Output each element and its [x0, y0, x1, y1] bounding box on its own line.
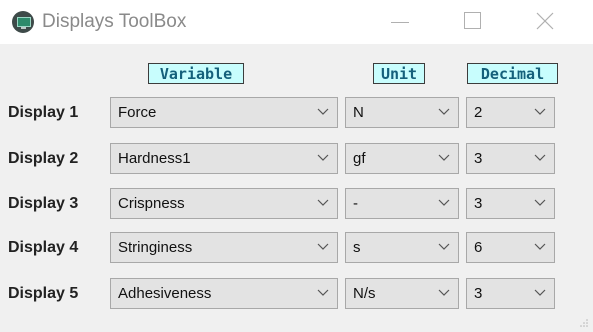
window-title: Displays ToolBox [42, 11, 187, 32]
close-icon [536, 12, 554, 30]
selected-value: gf [353, 150, 366, 167]
selected-value: Crispness [118, 195, 185, 212]
chevron-down-icon [438, 199, 450, 206]
display-3-decimal-select[interactable]: 3 [466, 188, 555, 219]
minimize-button[interactable] [377, 0, 423, 44]
display-1-label: Display 1 [8, 104, 79, 121]
selected-value: N/s [353, 285, 376, 302]
display-4-unit-select[interactable]: s [345, 232, 459, 263]
selected-value: - [353, 195, 358, 212]
chevron-down-icon [534, 154, 546, 161]
chevron-down-icon [438, 243, 450, 250]
display-1-decimal-select[interactable]: 2 [466, 97, 555, 128]
display-1-variable-select[interactable]: Force [110, 97, 338, 128]
display-2-decimal-select[interactable]: 3 [466, 143, 555, 174]
selected-value: Force [118, 104, 157, 121]
chevron-down-icon [438, 154, 450, 161]
display-3-unit-select[interactable]: - [345, 188, 459, 219]
unit-header: Unit [373, 63, 425, 84]
selected-value: 6 [474, 239, 483, 256]
display-4-variable-select[interactable]: Stringiness [110, 232, 338, 263]
chevron-down-icon [317, 154, 329, 161]
chevron-down-icon [534, 243, 546, 250]
decimal-header: Decimal [467, 63, 558, 84]
selected-value: 3 [474, 195, 483, 212]
display-2-unit-select[interactable]: gf [345, 143, 459, 174]
display-5-variable-select[interactable]: Adhesiveness [110, 278, 338, 309]
selected-value: Adhesiveness [118, 285, 212, 302]
selected-value: Hardness1 [118, 150, 191, 167]
selected-value: Stringiness [118, 239, 193, 256]
chevron-down-icon [317, 289, 329, 296]
display-4-decimal-select[interactable]: 6 [466, 232, 555, 263]
display-5-unit-select[interactable]: N/s [345, 278, 459, 309]
minimize-icon [391, 22, 409, 23]
chevron-down-icon [534, 289, 546, 296]
display-3-label: Display 3 [8, 195, 79, 212]
selected-value: N [353, 104, 364, 121]
selected-value: 3 [474, 285, 483, 302]
selected-value: 2 [474, 104, 483, 121]
display-2-variable-select[interactable]: Hardness1 [110, 143, 338, 174]
maximize-button[interactable] [450, 0, 496, 44]
monitor-app-icon [12, 11, 34, 33]
selected-value: s [353, 239, 361, 256]
chevron-down-icon [438, 108, 450, 115]
chevron-down-icon [317, 243, 329, 250]
maximize-icon [464, 12, 481, 29]
display-3-variable-select[interactable]: Crispness [110, 188, 338, 219]
variable-header: Variable [148, 63, 244, 84]
chevron-down-icon [438, 289, 450, 296]
display-5-decimal-select[interactable]: 3 [466, 278, 555, 309]
chevron-down-icon [534, 199, 546, 206]
display-5-label: Display 5 [8, 285, 79, 302]
selected-value: 3 [474, 150, 483, 167]
resize-grip-icon[interactable] [579, 318, 589, 328]
chevron-down-icon [534, 108, 546, 115]
display-4-label: Display 4 [8, 239, 79, 256]
close-button[interactable] [522, 0, 568, 44]
displays-toolbox-window: Displays ToolBox Variable Unit Decimal D… [0, 0, 593, 332]
chevron-down-icon [317, 108, 329, 115]
title-bar[interactable]: Displays ToolBox [0, 0, 593, 44]
display-2-label: Display 2 [8, 150, 79, 167]
display-1-unit-select[interactable]: N [345, 97, 459, 128]
chevron-down-icon [317, 199, 329, 206]
